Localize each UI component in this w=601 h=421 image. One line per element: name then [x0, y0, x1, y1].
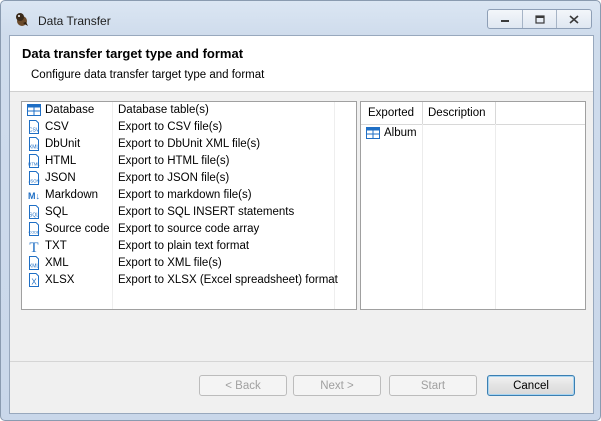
format-description: Export to markdown file(s)	[118, 189, 252, 201]
excel-file-icon: X	[29, 273, 39, 287]
format-name: XLSX	[45, 274, 75, 286]
svg-text:HTML: HTML	[28, 162, 40, 167]
xml-file-icon: XML	[29, 137, 40, 151]
format-row-json[interactable]: JSON JSON Export to JSON file(s)	[22, 170, 356, 187]
format-name: Source code	[45, 223, 110, 235]
page-subtitle: Configure data transfer target type and …	[31, 69, 265, 81]
database-table-icon	[27, 104, 41, 116]
table-header: Exported Description	[361, 102, 585, 125]
close-button[interactable]	[556, 10, 591, 28]
wizard-header: Data transfer target type and format Con…	[10, 36, 593, 92]
svg-text:CODE: CODE	[29, 231, 40, 235]
maximize-button[interactable]	[521, 10, 557, 28]
format-name: Database	[45, 104, 95, 116]
dbeaver-beaver-icon	[16, 13, 28, 26]
svg-text:M↓: M↓	[28, 191, 40, 201]
text-t-icon: T	[29, 240, 38, 253]
close-icon	[569, 14, 579, 24]
column-header-description[interactable]: Description	[428, 107, 486, 119]
code-file-icon: CODE	[29, 222, 40, 236]
column-separator[interactable]	[422, 102, 423, 124]
format-row-dbunit[interactable]: XML DbUnit Export to DbUnit XML file(s)	[22, 136, 356, 153]
svg-text:CSV: CSV	[29, 128, 40, 134]
table-icon	[366, 127, 380, 139]
format-row-sql[interactable]: SQL SQL Export to SQL INSERT statements	[22, 204, 356, 221]
format-row-csv[interactable]: CSV CSV Export to CSV file(s)	[22, 119, 356, 136]
format-name: JSON	[45, 172, 76, 184]
format-description: Database table(s)	[118, 104, 209, 116]
start-button[interactable]: Start	[389, 375, 477, 396]
svg-text:XML: XML	[29, 264, 40, 270]
window-title: Data Transfer	[38, 14, 111, 28]
format-name: HTML	[45, 155, 77, 167]
next-button[interactable]: Next >	[293, 375, 381, 396]
window-controls	[487, 9, 592, 29]
maximize-icon	[534, 14, 545, 24]
format-row-txt[interactable]: T TXT Export to plain text format	[22, 238, 356, 255]
sql-file-icon: SQL	[29, 205, 39, 219]
format-name: SQL	[45, 206, 69, 218]
format-name: CSV	[45, 121, 69, 133]
table-name: Album	[384, 127, 417, 139]
format-name: DbUnit	[45, 138, 81, 150]
minimize-button[interactable]	[488, 10, 522, 28]
svg-text:XML: XML	[29, 145, 40, 151]
format-description: Export to HTML file(s)	[118, 155, 230, 167]
format-description: Export to SQL INSERT statements	[118, 206, 295, 218]
cancel-button[interactable]: Cancel	[487, 375, 575, 396]
format-row-xml[interactable]: XML XML Export to XML file(s)	[22, 255, 356, 272]
format-description: Export to DbUnit XML file(s)	[118, 138, 261, 150]
table-row[interactable]: Album	[361, 125, 585, 142]
data-transfer-window: Data Transfer Data transfer target type …	[0, 0, 601, 421]
format-row-database[interactable]: Database Database table(s)	[22, 102, 356, 119]
page-title: Data transfer target type and format	[22, 46, 244, 61]
format-description: Export to source code array	[118, 223, 260, 235]
title-bar[interactable]: Data Transfer	[1, 1, 600, 35]
minimize-icon	[500, 20, 509, 22]
html-file-icon: HTML	[28, 154, 40, 168]
format-description: Export to XML file(s)	[118, 257, 222, 269]
wizard-button-bar: < Back Next > Start Cancel	[10, 361, 593, 414]
format-name: TXT	[45, 240, 67, 252]
format-name: XML	[45, 257, 69, 269]
format-description: Export to JSON file(s)	[118, 172, 230, 184]
column-separator[interactable]	[495, 102, 496, 124]
format-row-markdown[interactable]: M↓ Markdown Export to markdown file(s)	[22, 187, 356, 204]
svg-text:X: X	[31, 278, 37, 287]
svg-text:JSON: JSON	[28, 179, 39, 184]
column-header-exported[interactable]: Exported	[368, 107, 414, 119]
format-row-html[interactable]: HTML HTML Export to HTML file(s)	[22, 153, 356, 170]
column-divider	[422, 124, 423, 309]
csv-file-icon: CSV	[29, 120, 40, 134]
format-row-source-code[interactable]: CODE Source code Export to source code a…	[22, 221, 356, 238]
json-file-icon: JSON	[28, 171, 40, 185]
dialog-content: Data transfer target type and format Con…	[9, 35, 594, 414]
format-list[interactable]: Database Database table(s) CSV CSV Expor…	[21, 101, 357, 310]
format-description: Export to plain text format	[118, 240, 250, 252]
format-row-xlsx[interactable]: X XLSX Export to XLSX (Excel spreadsheet…	[22, 272, 356, 289]
svg-text:SQL: SQL	[29, 213, 39, 219]
format-description: Export to XLSX (Excel spreadsheet) forma…	[118, 274, 338, 286]
column-divider	[495, 124, 496, 309]
back-button[interactable]: < Back	[199, 375, 287, 396]
markdown-icon: M↓	[28, 191, 40, 201]
format-name: Markdown	[45, 189, 99, 201]
exported-tables-panel[interactable]: Exported Description Album	[360, 101, 586, 310]
format-description: Export to CSV file(s)	[118, 121, 223, 133]
xml-file-icon: XML	[29, 256, 40, 270]
svg-text:T: T	[29, 240, 38, 253]
